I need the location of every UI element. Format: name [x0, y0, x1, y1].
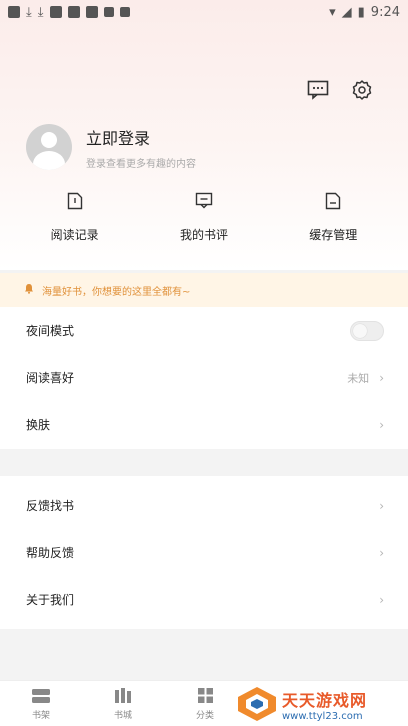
status-time: 9:24 [370, 4, 400, 20]
my-reviews-button[interactable]: 我的书评 [154, 190, 254, 243]
settings-group-2: 反馈找书 › 帮助反馈 › 关于我们 › [0, 476, 408, 629]
gear-icon[interactable] [350, 78, 374, 102]
night-mode-row[interactable]: 夜间模式 [0, 307, 408, 354]
wifi-icon: ▾ [329, 4, 336, 20]
chevron-right-icon: › [379, 545, 384, 560]
message-icon[interactable] [306, 78, 330, 102]
chevron-right-icon: › [379, 592, 384, 607]
download-icon: ⤓ [37, 4, 44, 20]
watermark-title: 天天游戏网 [282, 690, 368, 710]
status-bar: ⤓ ⤓ ▾ ◢ ▮ 9:24 [0, 0, 408, 24]
grid-icon [195, 687, 215, 705]
notification-icon [119, 7, 130, 17]
row-label: 帮助反馈 [26, 546, 75, 560]
feedback-find-book-row[interactable]: 反馈找书 › [0, 482, 408, 529]
notification-icon [67, 6, 80, 18]
nav-label: 分类 [195, 710, 214, 721]
notification-icon [103, 7, 114, 17]
quick-actions: 阅读记录 我的书评 缓存管理 [0, 190, 408, 243]
settings-group-1: 夜间模式 阅读喜好 未知 › 换肤 › [0, 307, 408, 449]
watermark-url: www.ttyl23.com [282, 710, 363, 722]
nav-bookstore[interactable]: 书城 [82, 681, 164, 726]
row-value: 未知 [347, 371, 370, 385]
nav-label: 书城 [113, 710, 132, 721]
bookshelf-icon [31, 687, 51, 705]
chevron-right-icon: › [379, 417, 384, 432]
login-subtitle: 登录查看更多有趣的内容 [86, 158, 196, 170]
watermark: 天天游戏网 www.ttyl23.com [230, 684, 402, 724]
login-area[interactable]: 立即登录 登录查看更多有趣的内容 [26, 124, 196, 170]
chevron-right-icon: › [379, 370, 384, 385]
signal-icon: ◢ [341, 4, 352, 20]
notice-banner[interactable]: 海量好书，你想要的这里全都有~ [0, 273, 408, 307]
quick-action-label: 我的书评 [179, 228, 228, 242]
nav-bookshelf[interactable]: 书架 [0, 681, 82, 726]
help-feedback-row[interactable]: 帮助反馈 › [0, 529, 408, 576]
quick-action-label: 缓存管理 [309, 228, 358, 242]
row-label: 换肤 [26, 418, 51, 432]
row-label: 反馈找书 [26, 499, 75, 513]
reading-preference-row[interactable]: 阅读喜好 未知 › [0, 354, 408, 401]
reading-history-button[interactable]: 阅读记录 [25, 190, 125, 243]
bell-icon [24, 283, 34, 297]
row-label: 关于我们 [26, 593, 75, 607]
notification-icon [85, 6, 98, 18]
cache-management-button[interactable]: 缓存管理 [283, 190, 383, 243]
skin-row[interactable]: 换肤 › [0, 401, 408, 448]
notice-text: 海量好书，你想要的这里全都有~ [42, 286, 191, 298]
chevron-right-icon: › [379, 498, 384, 513]
file-icon [322, 190, 344, 212]
row-label: 夜间模式 [26, 324, 75, 338]
document-icon [64, 190, 86, 212]
profile-header: 立即登录 登录查看更多有趣的内容 阅读记录 我的书评 缓存管理 [0, 0, 408, 270]
nav-label: 书架 [31, 710, 50, 721]
watermark-logo [238, 687, 276, 721]
avatar[interactable] [26, 124, 72, 170]
notification-icon [8, 6, 20, 18]
notification-icon [49, 6, 62, 18]
login-title[interactable]: 立即登录 [86, 125, 196, 149]
battery-icon: ▮ [357, 4, 365, 20]
row-label: 阅读喜好 [26, 371, 75, 385]
night-mode-toggle[interactable] [350, 320, 384, 341]
comment-icon [193, 190, 215, 212]
bookstore-icon [113, 687, 133, 705]
about-us-row[interactable]: 关于我们 › [0, 576, 408, 623]
quick-action-label: 阅读记录 [50, 228, 99, 242]
download-icon: ⤓ [26, 4, 32, 20]
